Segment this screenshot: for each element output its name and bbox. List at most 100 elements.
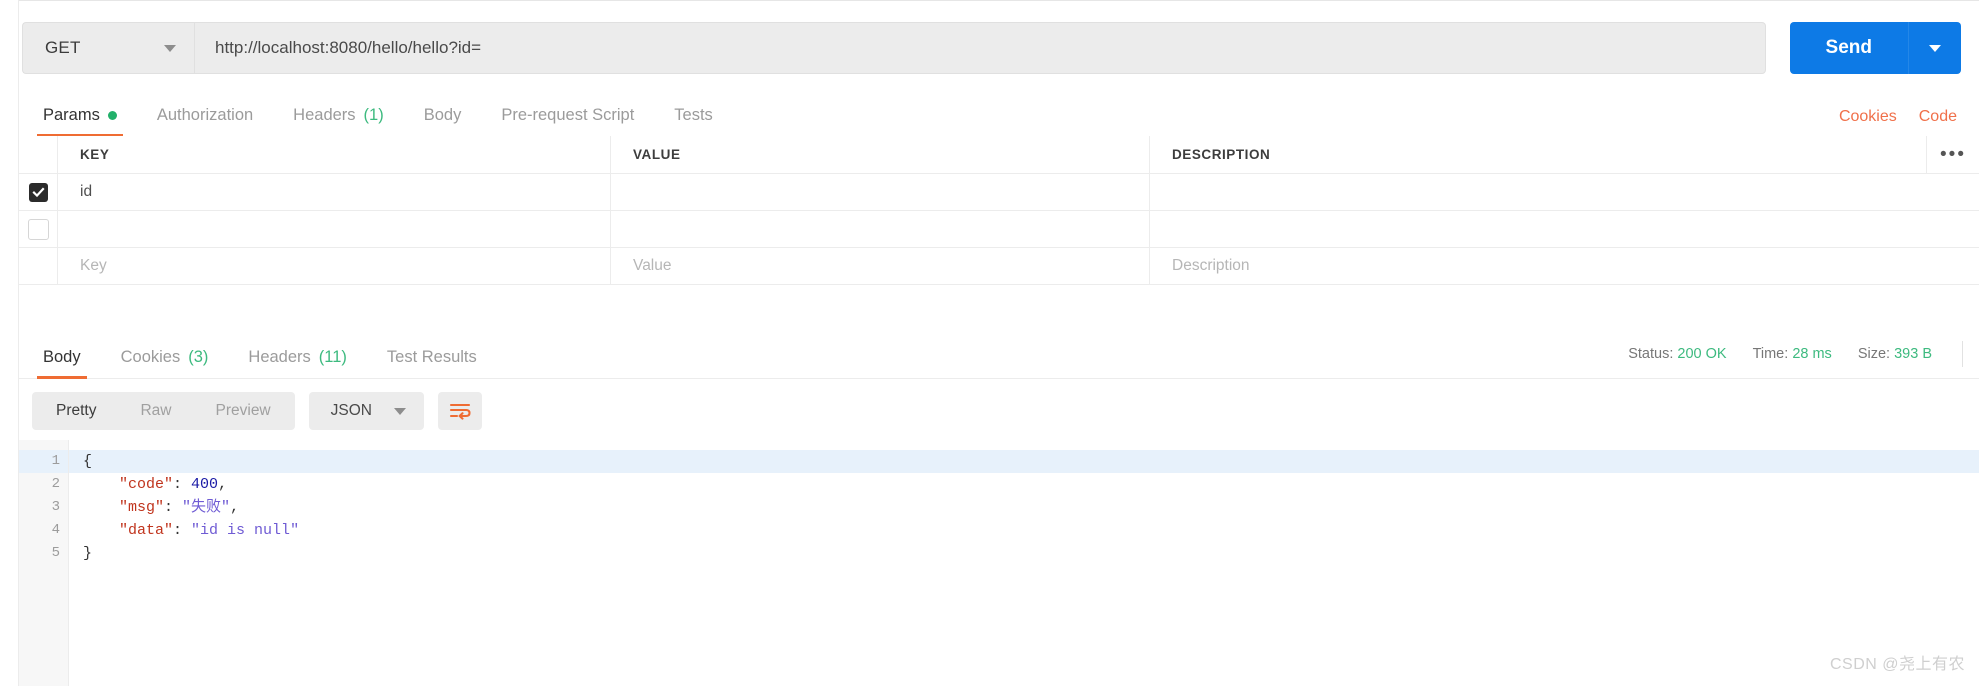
param-key-input[interactable]: id	[58, 174, 611, 210]
header-checkbox-cell	[19, 136, 58, 173]
tab-label: Headers	[293, 106, 356, 124]
code-token: }	[83, 545, 93, 562]
request-url-input[interactable]: http://localhost:8080/hello/hello?id=	[194, 22, 1766, 74]
request-tabs: Params Authorization Headers (1) Body Pr…	[19, 106, 733, 137]
line-number: 5	[51, 545, 60, 561]
table-row: id	[19, 174, 1979, 211]
code-token: ,	[218, 476, 228, 493]
tab-headers[interactable]: Headers (1)	[273, 106, 404, 136]
response-meta: Status: 200 OK Time: 28 ms Size: 393 B	[1628, 341, 1979, 378]
send-button[interactable]: Send	[1789, 22, 1908, 74]
tab-response-headers[interactable]: Headers (11)	[228, 348, 367, 378]
param-value-input[interactable]	[611, 174, 1150, 210]
chevron-down-icon	[1929, 44, 1941, 52]
tab-tests[interactable]: Tests	[654, 106, 733, 136]
size-value: 393 B	[1894, 346, 1932, 362]
time-label-text: Time:	[1752, 346, 1789, 362]
postman-window: GET http://localhost:8080/hello/hello?id…	[0, 0, 1979, 686]
code-token: "失败"	[182, 499, 231, 516]
time-value: 28 ms	[1792, 346, 1832, 362]
request-url-bar: GET http://localhost:8080/hello/hello?id…	[22, 22, 1961, 74]
table-row-placeholder: Key Value Description	[19, 248, 1979, 285]
tab-authorization[interactable]: Authorization	[137, 106, 273, 136]
code-token: {	[83, 453, 93, 470]
tab-test-results[interactable]: Test Results	[367, 348, 497, 378]
size-label-text: Size:	[1857, 346, 1891, 362]
code-token: "code"	[119, 476, 174, 493]
wrap-lines-icon	[449, 403, 471, 420]
view-mode-pretty[interactable]: Pretty	[34, 392, 118, 430]
cookies-link[interactable]: Cookies	[1839, 108, 1897, 126]
row-checkbox-cell	[19, 174, 58, 210]
code-token: :	[173, 476, 192, 493]
editor-code-area[interactable]: { "code": 400, "msg": "失败", "data": "id …	[69, 440, 1979, 686]
column-header-value: VALUE	[611, 136, 1150, 173]
row-checkbox-cell	[19, 248, 58, 284]
params-modified-dot-icon	[107, 111, 117, 120]
param-key-input[interactable]	[58, 211, 611, 247]
http-method-select[interactable]: GET	[22, 22, 194, 74]
code-token: :	[173, 522, 192, 539]
code-line: "data": "id is null"	[69, 519, 1979, 542]
send-button-group: Send	[1789, 22, 1961, 74]
chevron-down-icon	[164, 44, 176, 52]
status-label: Status: 200 OK	[1628, 346, 1726, 362]
tab-label: Params	[43, 106, 100, 124]
response-tabs: Body Cookies (3) Headers (11) Test Resul…	[19, 348, 497, 379]
send-options-button[interactable]	[1908, 22, 1961, 74]
tab-count: (3)	[188, 348, 209, 366]
code-link[interactable]: Code	[1919, 108, 1957, 126]
response-format-select[interactable]: JSON	[308, 392, 424, 430]
line-number: 4	[51, 522, 60, 538]
table-row	[19, 211, 1979, 248]
param-key-placeholder[interactable]: Key	[58, 248, 611, 284]
params-table: KEY VALUE DESCRIPTION ••• id Key Value D…	[19, 136, 1979, 285]
row-checkbox-unchecked[interactable]	[27, 218, 49, 240]
param-value-input[interactable]	[611, 211, 1150, 247]
param-description-input[interactable]	[1150, 211, 1979, 247]
tab-response-cookies[interactable]: Cookies (3)	[101, 348, 229, 378]
view-mode-preview[interactable]: Preview	[194, 392, 293, 430]
response-format-label: JSON	[330, 402, 372, 419]
request-tabbar: Params Authorization Headers (1) Body Pr…	[19, 96, 1979, 137]
code-token: :	[164, 499, 183, 516]
tab-body[interactable]: Body	[404, 106, 482, 136]
code-line: }	[69, 542, 1979, 565]
param-description-input[interactable]	[1150, 174, 1979, 210]
response-tabbar: Body Cookies (3) Headers (11) Test Resul…	[19, 334, 1979, 379]
top-divider	[18, 0, 1979, 1]
tab-label: Headers	[248, 348, 311, 366]
response-view-toolbar: Pretty Raw Preview JSON	[32, 392, 482, 430]
code-token: "data"	[119, 522, 174, 539]
bulk-edit-menu-icon[interactable]: •••	[1926, 136, 1979, 173]
line-number: 3	[51, 499, 60, 515]
chevron-down-icon	[393, 407, 406, 415]
param-description-placeholder[interactable]: Description	[1150, 248, 1979, 284]
view-mode-raw[interactable]: Raw	[118, 392, 193, 430]
row-checkbox-checked[interactable]	[28, 182, 48, 202]
code-token: "msg"	[119, 499, 165, 516]
status-value: 200 OK	[1677, 346, 1727, 362]
tab-response-body[interactable]: Body	[23, 348, 101, 379]
request-tabbar-actions: Cookies Code	[1839, 108, 1979, 136]
tab-label: Authorization	[156, 106, 254, 124]
tab-label: Cookies	[120, 348, 181, 366]
tab-pre-request-script[interactable]: Pre-request Script	[481, 106, 654, 136]
wrap-lines-button[interactable]	[437, 392, 482, 430]
line-number: 2	[51, 476, 60, 492]
code-line: "msg": "失败",	[69, 496, 1979, 519]
column-header-key: KEY	[58, 136, 611, 173]
http-method-label: GET	[45, 38, 81, 57]
tab-count: (11)	[318, 348, 347, 366]
time-label: Time: 28 ms	[1753, 346, 1832, 362]
tab-label: Body	[43, 348, 81, 366]
row-checkbox-cell	[19, 211, 58, 247]
meta-divider	[1962, 341, 1963, 367]
param-value-placeholder[interactable]: Value	[611, 248, 1150, 284]
tab-count: (1)	[363, 106, 384, 124]
size-label: Size: 393 B	[1858, 346, 1932, 362]
response-body-editor[interactable]: 1 2 3 4 5 { "code": 400, "msg": "失败", "data"…	[19, 440, 1979, 686]
status-label-text: Status:	[1628, 346, 1674, 362]
tab-params[interactable]: Params	[23, 106, 137, 137]
